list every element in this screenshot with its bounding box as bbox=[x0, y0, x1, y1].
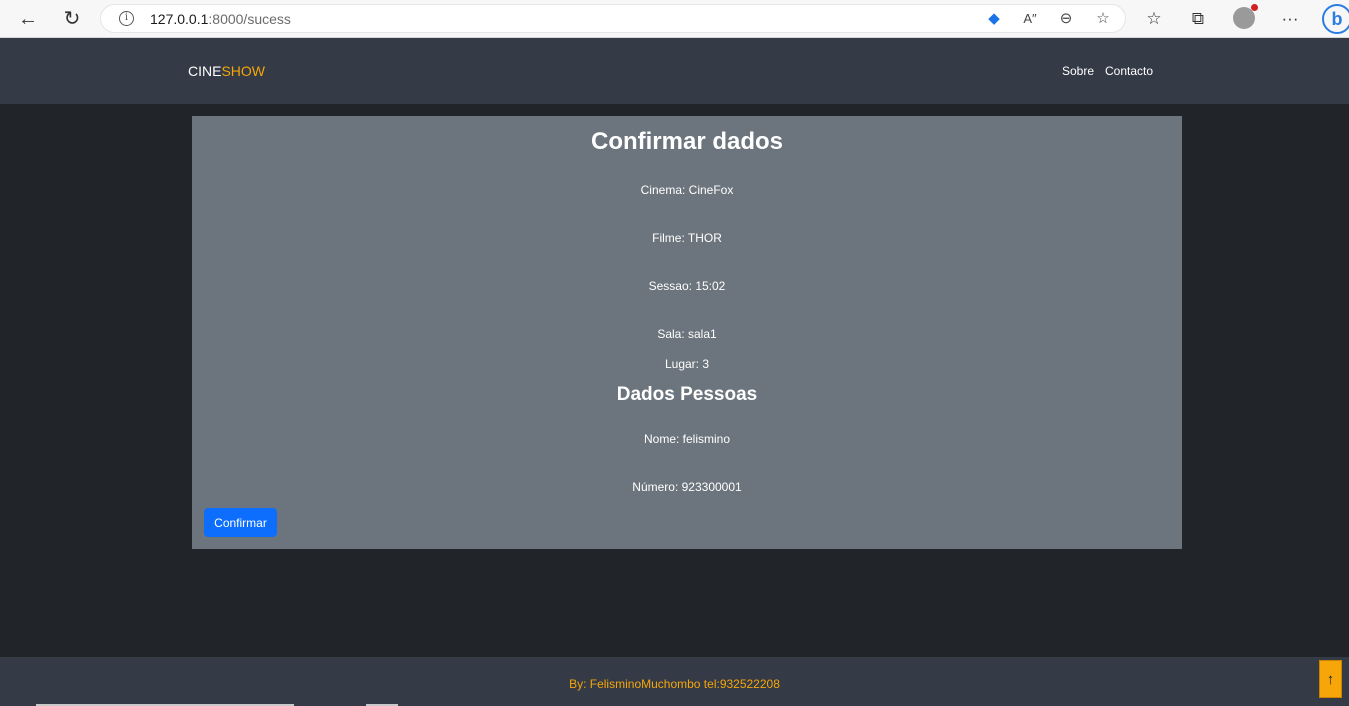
profile-icon[interactable] bbox=[1233, 4, 1258, 29]
back-icon[interactable]: ← bbox=[16, 7, 40, 31]
address-bar[interactable]: i 127.0.0.1:8000/sucess ◆ A″ ⊖ ☆ bbox=[100, 4, 1126, 33]
refresh-icon[interactable]: ↻ bbox=[60, 7, 84, 31]
info-icon[interactable]: i bbox=[119, 11, 134, 26]
add-favorite-icon[interactable]: ☆ bbox=[1094, 10, 1112, 28]
brand-logo[interactable]: CINESHOW bbox=[188, 63, 265, 79]
more-icon[interactable]: ··· bbox=[1278, 7, 1302, 31]
detail-room: Sala: sala1 bbox=[657, 327, 717, 341]
tag-icon[interactable]: ◆ bbox=[985, 10, 1003, 28]
read-aloud-icon[interactable]: A″ bbox=[1021, 10, 1039, 28]
brand-part-1: CINE bbox=[188, 63, 222, 79]
url-host: 127.0.0.1 bbox=[150, 11, 209, 27]
confirm-button[interactable]: Confirmar bbox=[204, 508, 277, 537]
favorites-icon[interactable]: ☆ bbox=[1142, 7, 1166, 31]
detail-session: Sessao: 15:02 bbox=[648, 279, 726, 293]
detail-number: Número: 923300001 bbox=[632, 480, 742, 494]
brand-part-2: SHOW bbox=[221, 63, 266, 79]
detail-film: Filme: THOR bbox=[652, 231, 722, 245]
url-text[interactable]: 127.0.0.1:8000/sucess bbox=[150, 11, 291, 27]
nav-link-contacto[interactable]: Contacto bbox=[1105, 64, 1153, 78]
zoom-out-icon[interactable]: ⊖ bbox=[1057, 10, 1075, 28]
detail-name: Nome: felismino bbox=[643, 432, 731, 446]
confirmation-card: Confirmar dados Cinema: CineFox Filme: T… bbox=[192, 116, 1182, 549]
site-footer: By: FelisminoMuchombo tel:932522208 bbox=[0, 657, 1349, 706]
footer-credit: By: FelisminoMuchombo tel:932522208 bbox=[569, 677, 780, 691]
detail-cinema: Cinema: CineFox bbox=[640, 183, 734, 197]
url-path: :8000/sucess bbox=[208, 11, 291, 27]
back-to-top-button[interactable]: ↑ bbox=[1319, 660, 1342, 698]
page-title: Confirmar dados bbox=[590, 128, 784, 155]
browser-toolbar: ← ↻ i 127.0.0.1:8000/sucess ◆ A″ ⊖ ☆ ☆ ⧉… bbox=[0, 0, 1349, 38]
collections-icon[interactable]: ⧉ bbox=[1186, 7, 1210, 31]
section-title-personal: Dados Pessoas bbox=[616, 384, 758, 405]
bing-icon[interactable]: b bbox=[1322, 4, 1349, 34]
detail-seat: Lugar: 3 bbox=[664, 357, 710, 371]
nav-link-sobre[interactable]: Sobre bbox=[1062, 64, 1094, 78]
site-header: CINESHOW Sobre Contacto bbox=[0, 38, 1349, 104]
